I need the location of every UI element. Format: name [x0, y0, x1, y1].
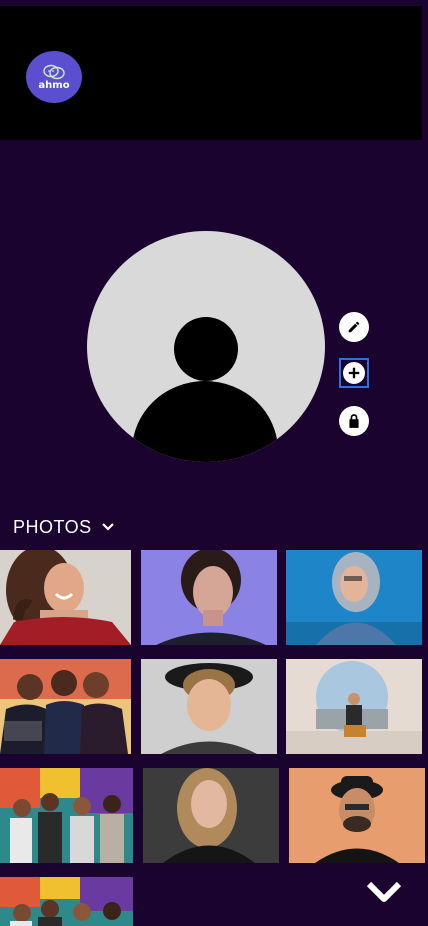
photo-thumbnail[interactable] [141, 550, 277, 645]
privacy-lock-button[interactable] [339, 406, 369, 436]
pencil-icon [348, 321, 360, 333]
chat-bubbles-icon [43, 64, 65, 79]
app-logo[interactable]: ahmo [26, 51, 82, 103]
photo-thumbnail[interactable] [141, 659, 277, 754]
photo-thumbnail[interactable] [286, 659, 422, 754]
avatar-body [132, 381, 278, 462]
avatar-head [174, 317, 238, 381]
photo-thumbnail[interactable] [286, 550, 422, 645]
photo-thumbnail[interactable] [0, 550, 131, 645]
photo-woman-dark-blonde [143, 768, 279, 863]
photo-thumbnail[interactable] [0, 768, 133, 863]
plus-icon [348, 367, 360, 379]
add-photo-button[interactable] [339, 358, 369, 388]
photo-thumbnail[interactable] [289, 768, 425, 863]
profile-avatar[interactable] [87, 231, 325, 462]
logo-text: ahmo [38, 79, 70, 91]
photo-friends-mural [0, 768, 133, 863]
photos-section-toggle[interactable]: PHOTOS [13, 516, 114, 538]
photo-man-hat-orange-wall [289, 768, 425, 863]
add-button-circle [343, 362, 365, 384]
scroll-down-button[interactable] [366, 878, 402, 906]
lock-icon [349, 414, 359, 428]
top-bar: ahmo [0, 6, 422, 140]
photo-thumbnail[interactable] [0, 659, 131, 754]
chevron-down-icon [366, 881, 402, 902]
photo-man-round-window [286, 659, 422, 754]
photo-man-curly-hat [141, 659, 277, 754]
edit-profile-button[interactable] [339, 312, 369, 342]
photo-friends-mural [0, 877, 133, 926]
photo-thumbnail[interactable] [0, 877, 133, 926]
photo-group-event [0, 659, 131, 754]
photo-woman-blue-light [141, 550, 277, 645]
photos-label: PHOTOS [13, 516, 92, 537]
chevron-down-icon [101, 523, 114, 531]
photo-thumbnail[interactable] [143, 768, 279, 863]
photo-woman-red-top [0, 550, 131, 645]
photo-woman-hood-denim [286, 550, 422, 645]
